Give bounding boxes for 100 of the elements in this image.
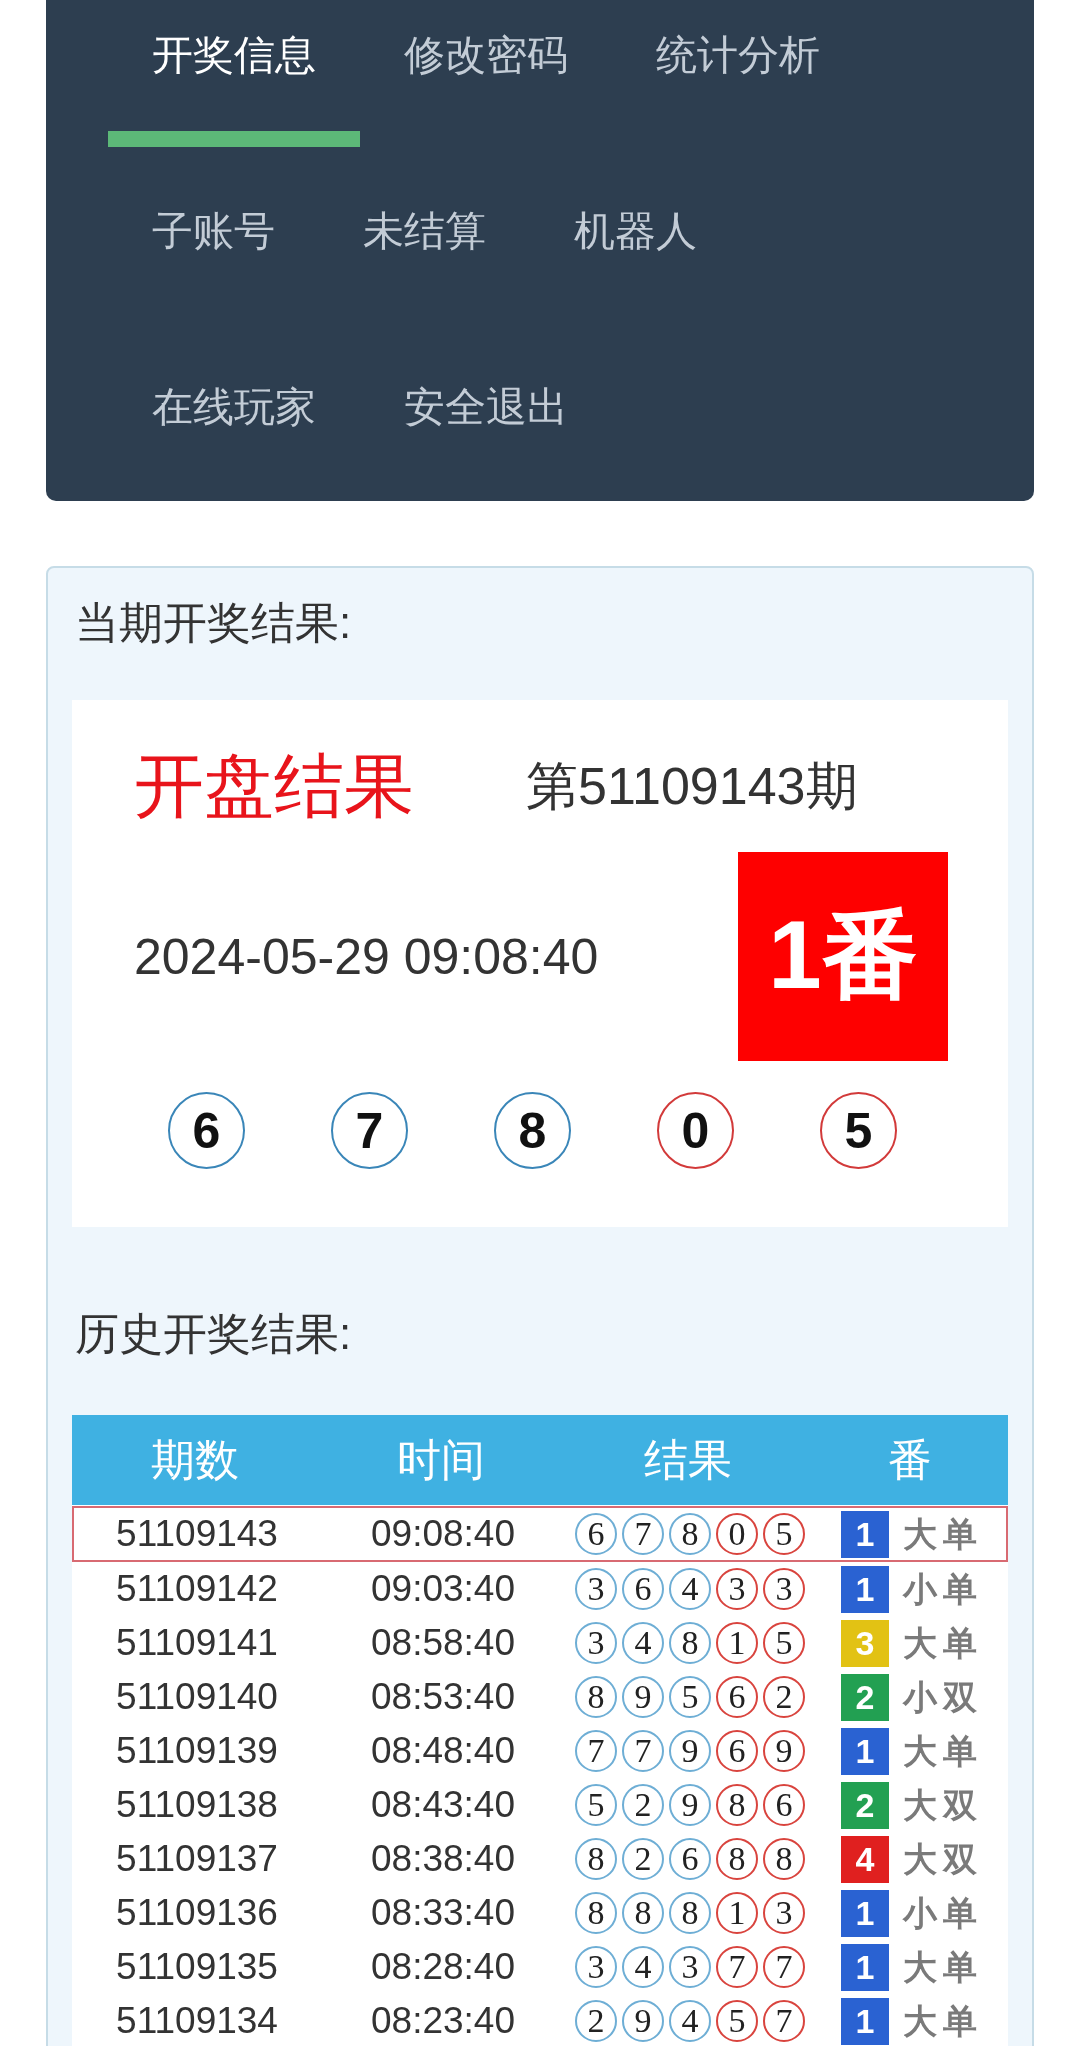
table-row[interactable]: 51109143 09:08:40 6 7 8 0 5 1 大单 [72, 1506, 1008, 1562]
number-ball: 8 [716, 1838, 758, 1880]
table-row[interactable]: 51109135 08:28:40 3 4 3 7 7 1 大单 [72, 1940, 1008, 1994]
table-row[interactable]: 51109134 08:23:40 2 9 4 5 7 1 大单 [72, 1994, 1008, 2046]
number-ball: 6 [716, 1730, 758, 1772]
time-cell: 08:28:40 [371, 1945, 515, 1989]
table-row[interactable]: 51109140 08:53:40 8 9 5 6 2 2 小双 [72, 1670, 1008, 1724]
time-cell: 08:53:40 [371, 1675, 515, 1719]
number-ball: 9 [763, 1730, 805, 1772]
time-cell: 08:33:40 [371, 1891, 515, 1935]
nav-tab[interactable]: 子账号 [108, 195, 319, 323]
fan-badge: 1 [841, 1943, 889, 1991]
number-ball: 7 [622, 1730, 664, 1772]
nav-tab[interactable]: 统计分析 [612, 19, 864, 147]
number-ball: 7 [716, 1946, 758, 1988]
draw-time: 2024-05-29 09:08:40 [134, 927, 599, 987]
result-label: 大单 [903, 1514, 983, 1555]
number-ball: 8 [669, 1892, 711, 1934]
period-cell: 51109137 [116, 1837, 278, 1881]
period-cell: 51109134 [116, 1999, 278, 2043]
table-row[interactable]: 51109141 08:58:40 3 4 8 1 5 3 大单 [72, 1616, 1008, 1670]
number-ball: 6 [575, 1513, 617, 1555]
number-ball: 8 [669, 1513, 711, 1555]
number-ball: 3 [763, 1892, 805, 1934]
table-row[interactable]: 51109136 08:33:40 8 8 8 1 3 1 小单 [72, 1886, 1008, 1940]
table-row[interactable]: 51109137 08:38:40 8 2 6 8 8 4 大双 [72, 1832, 1008, 1886]
fan-badge: 1 [841, 1565, 889, 1613]
number-ball: 8 [575, 1838, 617, 1880]
number-ball: 6 [669, 1838, 711, 1880]
number-ball: 6 [622, 1568, 664, 1610]
number-ball: 1 [716, 1622, 758, 1664]
result-label: 小双 [903, 1677, 983, 1718]
number-ball: 8 [763, 1838, 805, 1880]
result-label: 大单 [903, 1731, 983, 1772]
number-ball: 6 [168, 1092, 245, 1169]
time-cell: 08:58:40 [371, 1621, 515, 1665]
fan-badge: 2 [841, 1673, 889, 1721]
period-number: 第51109143期 [526, 756, 858, 817]
number-ball: 8 [575, 1676, 617, 1718]
number-ball: 5 [669, 1676, 711, 1718]
number-ball: 7 [763, 2000, 805, 2042]
period-cell: 51109138 [116, 1783, 278, 1827]
time-cell: 08:38:40 [371, 1837, 515, 1881]
time-cell: 08:43:40 [371, 1783, 515, 1827]
number-ball: 5 [820, 1092, 897, 1169]
table-row[interactable]: 51109138 08:43:40 5 2 9 8 6 2 大双 [72, 1778, 1008, 1832]
nav-tab[interactable]: 修改密码 [360, 19, 612, 147]
number-ball: 8 [622, 1892, 664, 1934]
number-ball: 9 [669, 1730, 711, 1772]
section-heading: 当期开奖结果: [74, 597, 353, 649]
nav-tab[interactable]: 未结算 [319, 195, 530, 323]
result-label: 小单 [903, 1569, 983, 1610]
column-header: 番 [888, 1434, 932, 1486]
number-ball: 4 [622, 1622, 664, 1664]
number-ball: 5 [575, 1784, 617, 1826]
table-row[interactable]: 51109142 09:03:40 3 6 4 3 3 1 小单 [72, 1562, 1008, 1616]
result-label: 大单 [903, 1623, 983, 1664]
time-cell: 08:48:40 [371, 1729, 515, 1773]
time-cell: 08:23:40 [371, 1999, 515, 2043]
number-ball: 2 [622, 1784, 664, 1826]
column-header: 结果 [644, 1434, 732, 1486]
number-ball: 9 [669, 1784, 711, 1826]
number-ball: 7 [575, 1730, 617, 1772]
number-ball: 2 [622, 1838, 664, 1880]
fan-badge: 3 [841, 1619, 889, 1667]
nav-tab[interactable]: 在线玩家 [108, 371, 360, 499]
number-ball: 3 [575, 1622, 617, 1664]
result-label: 大双 [903, 1785, 983, 1826]
number-ball: 5 [716, 2000, 758, 2042]
number-ball: 5 [763, 1622, 805, 1664]
nav-tab[interactable]: 安全退出 [360, 371, 612, 499]
period-cell: 51109142 [116, 1567, 278, 1611]
table-row[interactable]: 51109139 08:48:40 7 7 9 6 9 1 大单 [72, 1724, 1008, 1778]
period-cell: 51109139 [116, 1729, 278, 1773]
number-ball: 8 [575, 1892, 617, 1934]
time-cell: 09:03:40 [371, 1567, 515, 1611]
number-ball: 8 [494, 1092, 571, 1169]
nav-tab[interactable]: 开奖信息 [108, 19, 360, 147]
number-ball: 5 [763, 1513, 805, 1555]
number-ball: 9 [622, 1676, 664, 1718]
number-ball: 3 [575, 1568, 617, 1610]
number-ball: 8 [669, 1622, 711, 1664]
number-ball: 3 [575, 1946, 617, 1988]
nav-tab[interactable]: 机器人 [530, 195, 741, 323]
period-cell: 51109136 [116, 1891, 278, 1935]
column-header: 期数 [151, 1434, 239, 1486]
number-ball: 8 [716, 1784, 758, 1826]
result-label: 大双 [903, 1839, 983, 1880]
section-heading: 历史开奖结果: [74, 1308, 353, 1360]
number-ball: 6 [716, 1676, 758, 1718]
number-ball: 1 [716, 1892, 758, 1934]
number-ball: 7 [763, 1946, 805, 1988]
period-cell: 51109143 [116, 1512, 278, 1556]
fan-badge: 1 [841, 1889, 889, 1937]
number-ball: 7 [622, 1513, 664, 1555]
number-ball: 4 [669, 1568, 711, 1610]
number-ball: 4 [622, 1946, 664, 1988]
fan-badge: 2 [841, 1781, 889, 1829]
number-ball: 3 [669, 1946, 711, 1988]
number-ball: 0 [657, 1092, 734, 1169]
